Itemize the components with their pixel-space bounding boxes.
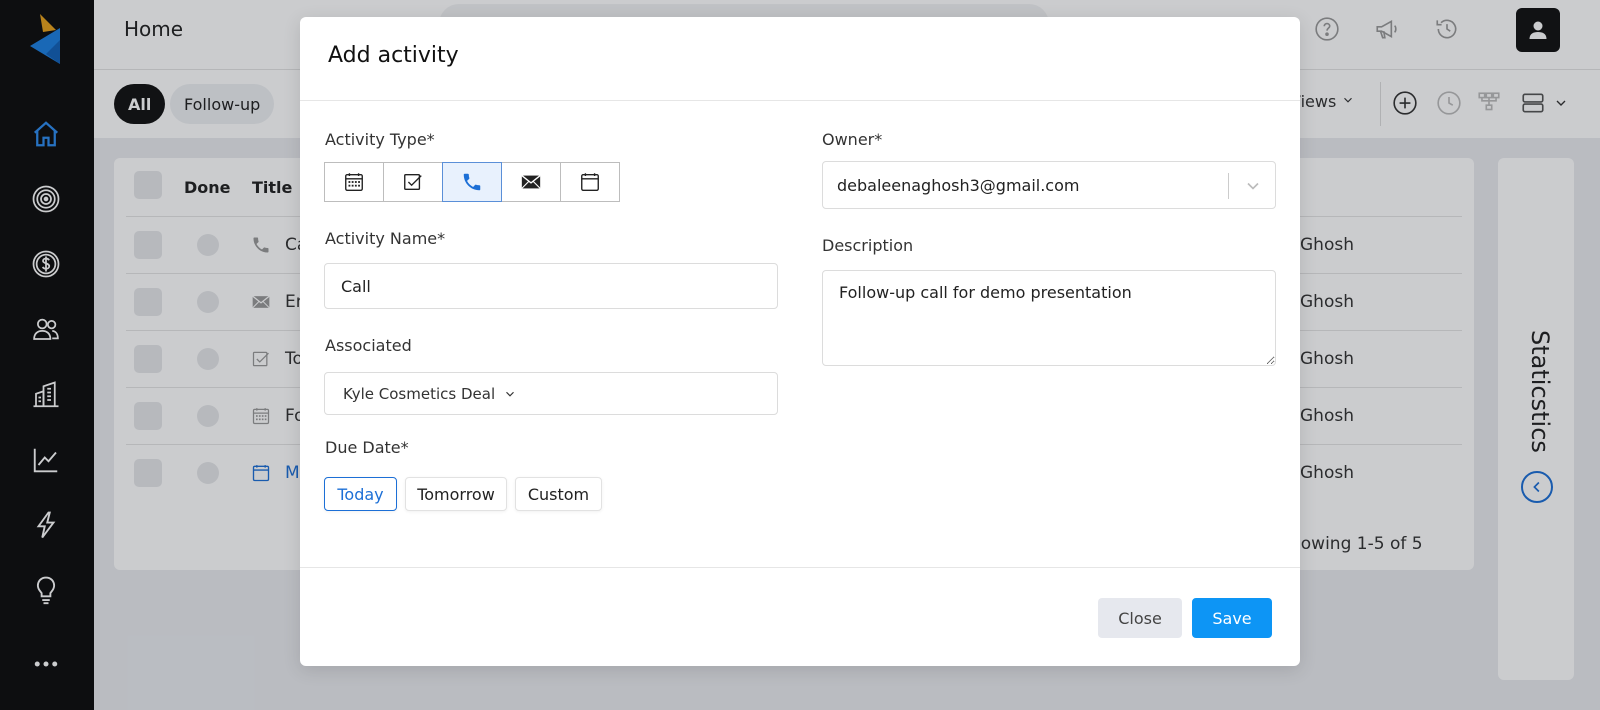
owner-value: debaleenaghosh3@gmail.com — [837, 175, 1080, 195]
calendar-icon — [581, 173, 599, 191]
divider — [300, 567, 1300, 568]
activity-name-input[interactable] — [324, 263, 778, 309]
close-button[interactable]: Close — [1098, 598, 1182, 638]
type-call-button[interactable] — [442, 162, 502, 202]
associated-dropdown[interactable]: Kyle Cosmetics Deal — [324, 372, 778, 415]
due-date-label: Due Date* — [325, 438, 409, 457]
save-button[interactable]: Save — [1192, 598, 1272, 638]
type-meeting-button[interactable] — [324, 162, 384, 202]
activity-type-label: Activity Type* — [325, 130, 435, 149]
owner-select[interactable]: debaleenaghosh3@gmail.com — [822, 161, 1276, 209]
description-label: Description — [822, 236, 914, 255]
calendar-grid-icon — [345, 173, 363, 191]
associated-label: Associated — [325, 336, 412, 355]
due-today-button[interactable]: Today — [324, 477, 397, 511]
chevron-down-icon — [1247, 182, 1259, 190]
activity-name-label: Activity Name* — [325, 229, 446, 248]
divider — [1228, 173, 1229, 199]
task-icon — [404, 173, 422, 191]
description-textarea[interactable]: Follow-up call for demo presentation — [822, 270, 1276, 366]
owner-label: Owner* — [822, 130, 883, 149]
type-email-button[interactable] — [501, 162, 561, 202]
phone-icon — [463, 173, 481, 191]
mail-icon — [521, 175, 541, 189]
due-tomorrow-button[interactable]: Tomorrow — [405, 477, 507, 511]
add-activity-modal: Add activity Activity Type* Activity Nam… — [300, 17, 1300, 666]
chevron-down-icon — [506, 391, 515, 397]
type-task-button[interactable] — [383, 162, 443, 202]
type-event-button[interactable] — [560, 162, 620, 202]
due-custom-button[interactable]: Custom — [515, 477, 602, 511]
associated-value: Kyle Cosmetics Deal — [343, 384, 496, 403]
modal-header: Add activity — [300, 17, 1300, 101]
activity-type-selector — [324, 162, 620, 202]
modal-title: Add activity — [328, 43, 459, 68]
